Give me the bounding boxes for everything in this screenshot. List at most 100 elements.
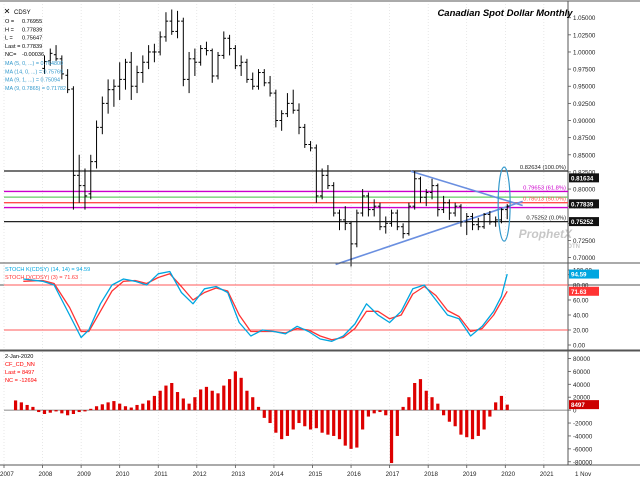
price-ytick-label: 0.90000 (573, 118, 596, 125)
cot-bar (89, 408, 93, 411)
ohlc-label: O = (5, 19, 14, 25)
cot-legend-entry: Last = 8497 (5, 370, 34, 376)
stoch-ytick-label: 60.00 (573, 298, 589, 305)
chart-svg: 1.05000 1.02500 1.00000 0.97500 0.95000 0.925… (0, 0, 640, 480)
cot-bar (494, 402, 498, 411)
cot-bar (401, 406, 405, 411)
stoch-legend-entry: STOCH D(CDSY) (3) = 71.63 (5, 275, 78, 281)
cot-legend-entry: CF_CD_NN (5, 362, 35, 368)
stoch-legend-entry: STOCH K(CDSY) (14, 14) = 94.59 (5, 267, 90, 273)
cot-bar (453, 410, 457, 427)
price-ytick-label: 1.00000 (573, 49, 596, 56)
cot-bar (37, 410, 41, 413)
x-axis-tick-label: 2011 (154, 471, 168, 478)
cot-ytick-label: -40000 (573, 433, 593, 440)
stoch-ytick-label: 40.00 (573, 313, 589, 320)
cot-bar (199, 389, 203, 411)
x-axis-tick-label: 2021 (540, 471, 554, 478)
ma-readout: MA (9, 0.7865) = 0.71782 (5, 86, 66, 92)
cot-bar (54, 410, 58, 412)
ohlc-value: 0.75647 (22, 36, 42, 42)
cot-bar (106, 402, 110, 411)
cot-bar (280, 410, 284, 440)
cot-bar (436, 403, 440, 411)
price-axis-marker-label: 0.81634 (571, 175, 594, 182)
cot-bar (187, 403, 191, 411)
x-axis-tick-label: 2018 (424, 471, 438, 478)
cot-bar (164, 385, 168, 411)
cot-bar (245, 390, 249, 411)
cot-bar (332, 410, 336, 436)
price-axis-marker-label: 0.77839 (571, 201, 594, 208)
cot-bar (459, 410, 463, 435)
cot-bar (488, 410, 492, 417)
x-axis-tick-label: 2016 (347, 471, 361, 478)
cot-bar (384, 410, 388, 416)
cot-bar (135, 404, 139, 411)
cot-bar (442, 410, 446, 416)
price-ytick-label: 0.92500 (573, 101, 596, 108)
cot-bar (42, 410, 47, 414)
ohlc-value: 0.76955 (22, 19, 42, 25)
cot-ytick-label: -20000 (573, 421, 593, 428)
cot-bar (181, 398, 185, 411)
cot-axis-marker-label: 8497 (571, 402, 585, 409)
cot-bar (256, 406, 261, 411)
cot-bar (66, 410, 70, 416)
price-axis-marker-label: 0.75252 (571, 219, 594, 226)
cot-bar (407, 397, 411, 411)
ohlc-label: NC= (5, 52, 16, 58)
x-axis-tick-label: 2007 (0, 471, 14, 478)
cot-bar (413, 382, 417, 411)
chart-stage: 1.05000 1.02500 1.00000 0.97500 0.95000 0.925… (0, 0, 640, 480)
cot-bar (378, 410, 382, 413)
cot-bar (465, 410, 469, 438)
stoch-ytick-label: 0.00 (573, 343, 586, 350)
cot-bar (337, 410, 342, 440)
cot-bar (204, 386, 209, 411)
x-axis-tick-label: 2010 (116, 471, 130, 478)
cot-bar (303, 410, 307, 427)
cot-bar (48, 410, 52, 413)
price-ytick-label: 0.70000 (573, 255, 596, 262)
cot-bar (100, 404, 104, 411)
price-ytick-label: 0.95000 (573, 84, 596, 91)
cot-bar (389, 410, 394, 464)
cot-bar (355, 410, 359, 448)
cot-bar (308, 410, 313, 430)
cot-bar (129, 407, 133, 411)
price-level-label: 0.78013 (50.0%) (523, 197, 566, 203)
price-symbol: CDSY (14, 10, 31, 16)
cot-bar (170, 382, 174, 411)
x-axis-tick-label: 2009 (77, 471, 91, 478)
cot-bar (470, 410, 475, 440)
cot-bar (262, 410, 266, 418)
x-axis-extra-label: 1 Nov (575, 471, 592, 478)
cot-bar (222, 385, 226, 411)
ohlc-label: H = (5, 27, 14, 33)
price-ytick-label: 0.97500 (573, 67, 596, 74)
cot-bar (476, 410, 480, 436)
x-axis-tick-label: 2014 (270, 471, 284, 478)
ohlc-value: 0.77839 (22, 44, 42, 50)
ma-readout: MA (9, 1, ...) = 0.75094 (5, 78, 60, 84)
cot-ytick-label: -60000 (573, 446, 593, 453)
ohlc-label: L = (5, 36, 13, 42)
cot-bar (233, 371, 237, 411)
cot-bar (239, 377, 243, 411)
price-ytick-label: 1.05000 (573, 15, 596, 22)
cot-bar (291, 410, 295, 430)
x-axis-tick-label: 2017 (386, 471, 400, 478)
cot-bar (216, 393, 220, 411)
cot-bar (147, 400, 151, 411)
cot-bar (343, 410, 347, 446)
ma-readout: MA (14, 0, ...) = 0.75769 (5, 69, 63, 75)
ohlc-value: 0.77839 (22, 27, 42, 33)
cot-bar (372, 410, 376, 414)
cot-bar (361, 410, 365, 430)
cot-bar (349, 410, 353, 449)
cot-bar (395, 410, 399, 436)
cot-bar (193, 397, 197, 411)
cot-bar (320, 410, 324, 433)
ohlc-label: Last = (5, 44, 20, 50)
